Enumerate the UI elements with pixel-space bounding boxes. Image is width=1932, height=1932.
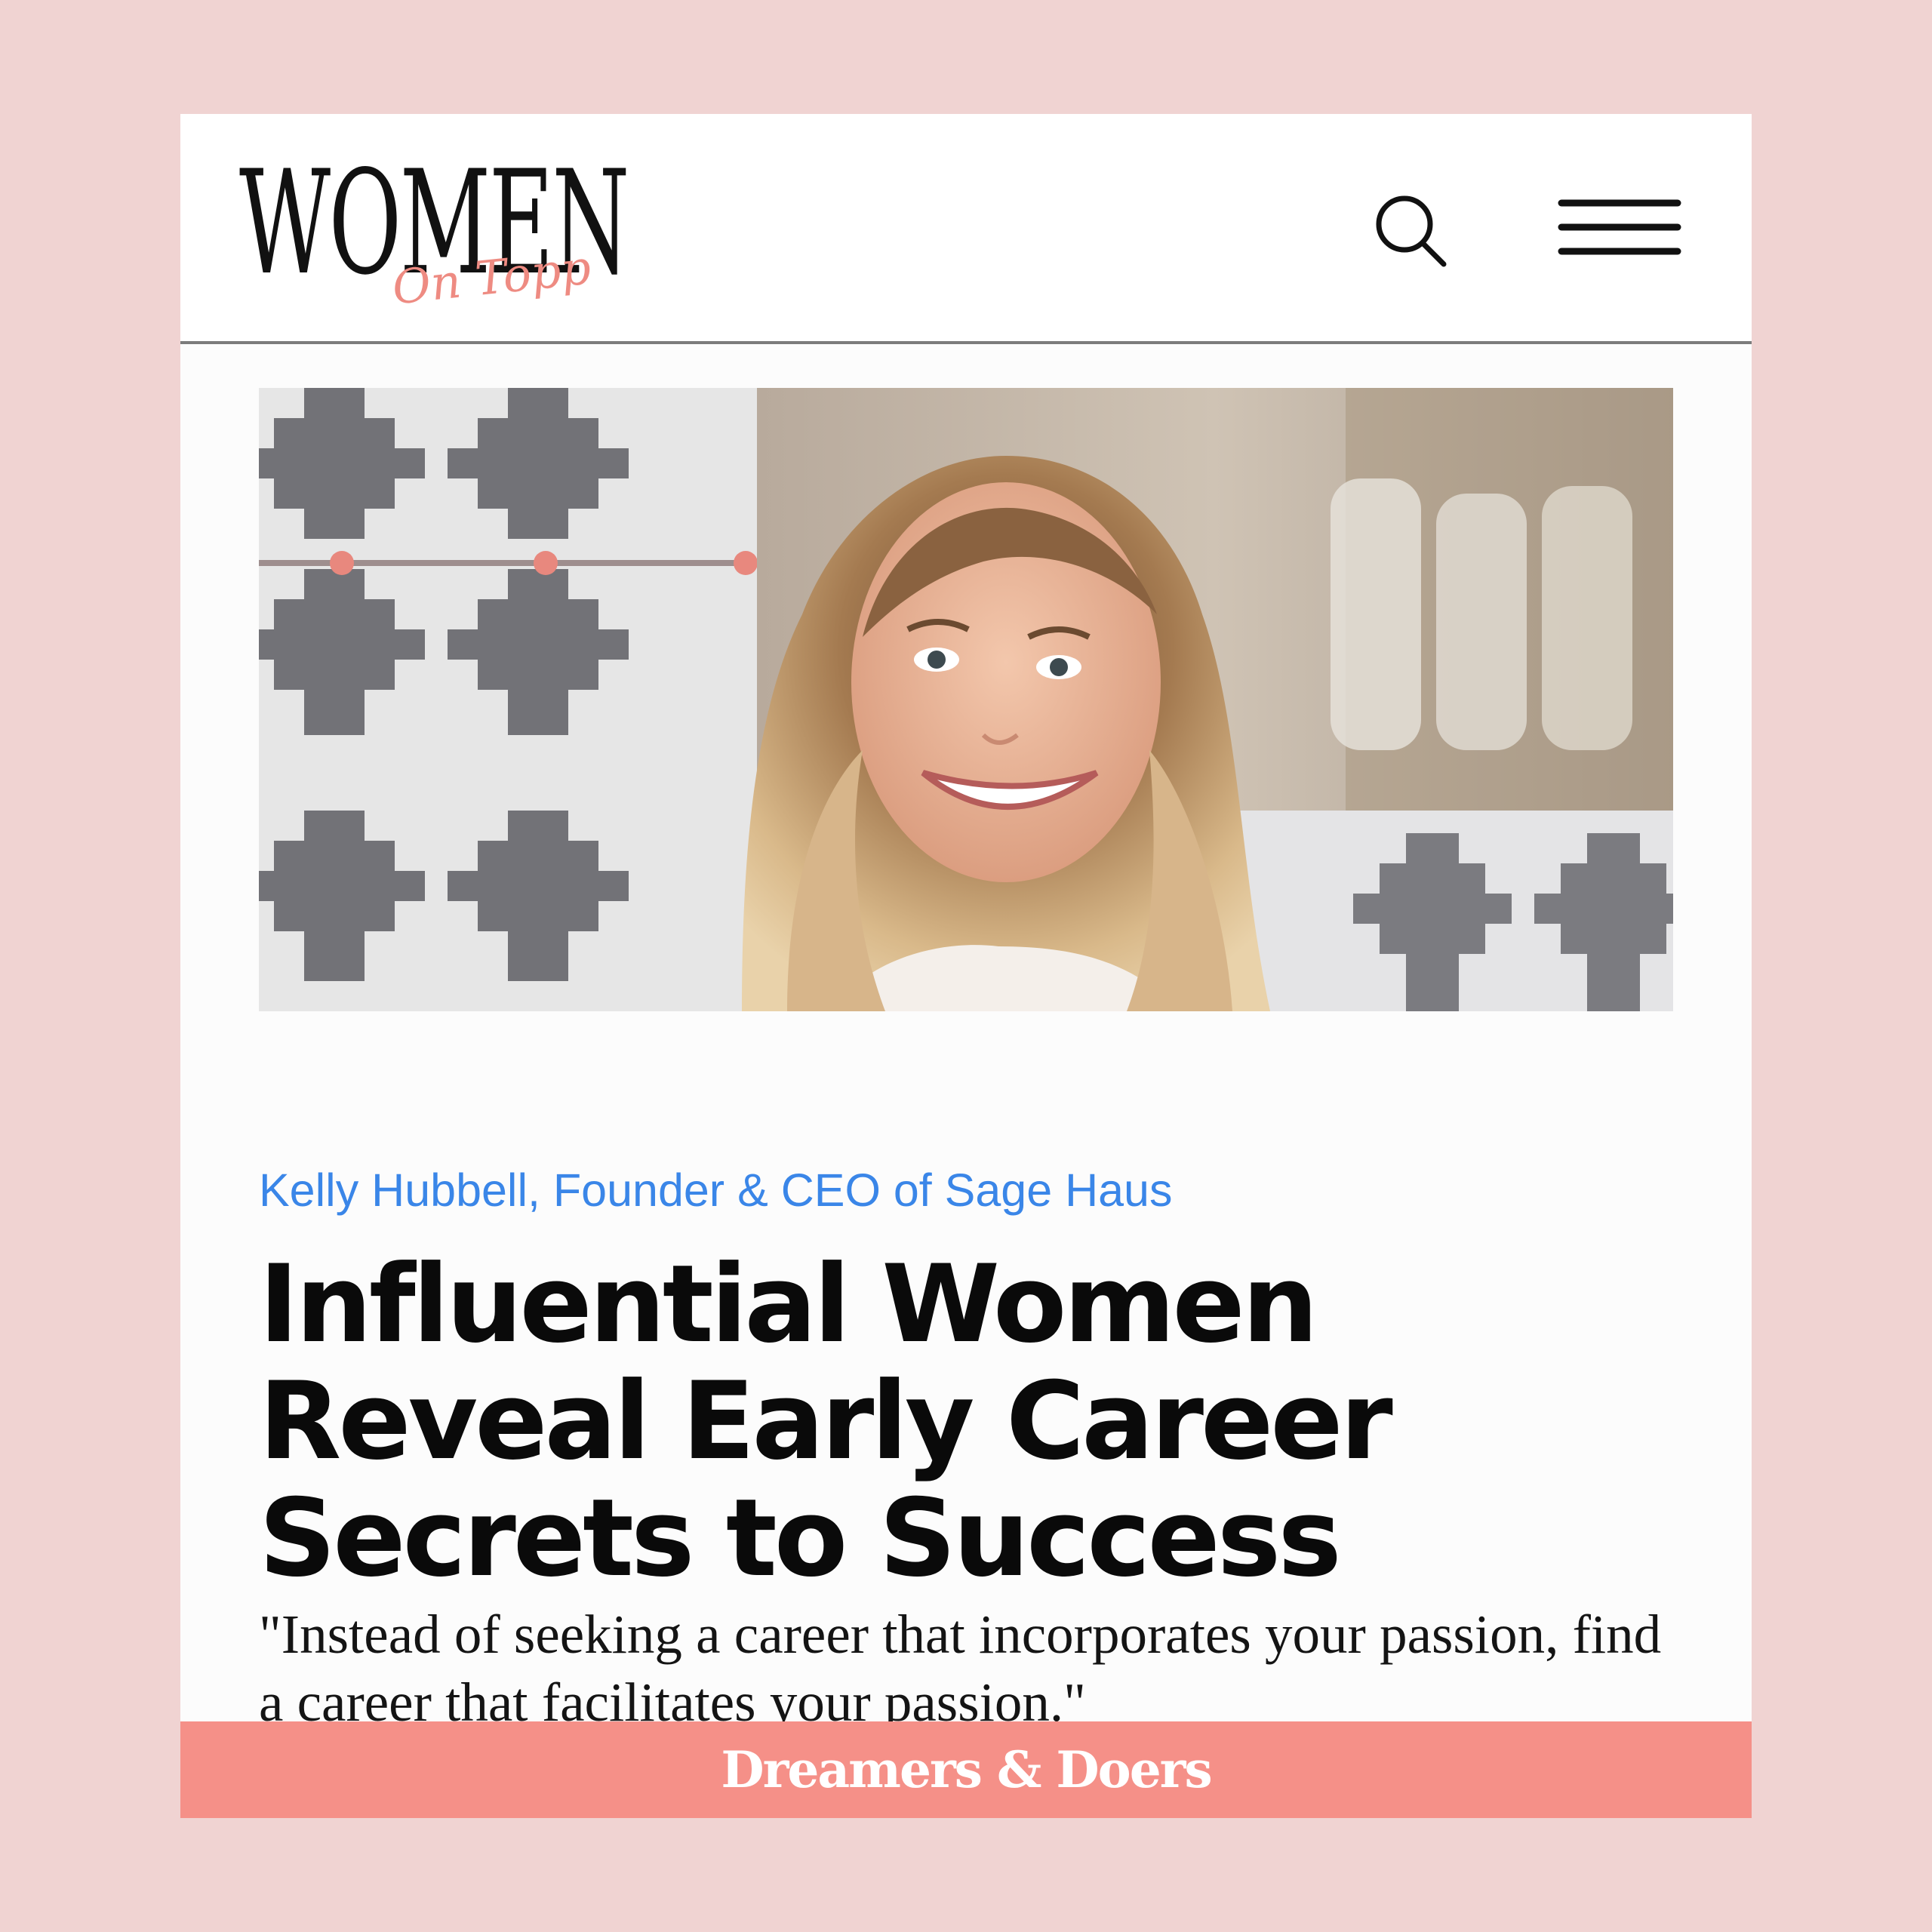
footer-banner-text: Dreamers & Doers <box>721 1740 1212 1799</box>
article-card: WOMEN On Topp Kelly Hubbell, Founder & C… <box>180 114 1752 1818</box>
article-headline[interactable]: Influential Women Reveal Early Career Se… <box>259 1246 1693 1597</box>
site-logo[interactable]: WOMEN On Topp <box>239 152 629 318</box>
search-icon <box>1376 195 1447 267</box>
article-pull-quote: "Instead of seeking a career that incorp… <box>259 1604 1662 1733</box>
site-header: WOMEN On Topp <box>180 114 1752 344</box>
portrait-photo <box>259 388 1673 1011</box>
hero-photo[interactable] <box>259 388 1673 1011</box>
menu-button[interactable] <box>1555 183 1691 274</box>
author-byline-link[interactable]: Kelly Hubbell, Founder & CEO of Sage Hau… <box>259 1160 1172 1220</box>
hamburger-menu-icon <box>1558 199 1681 255</box>
footer-banner: Dreamers & Doers <box>180 1721 1752 1818</box>
search-button[interactable] <box>1358 183 1463 274</box>
